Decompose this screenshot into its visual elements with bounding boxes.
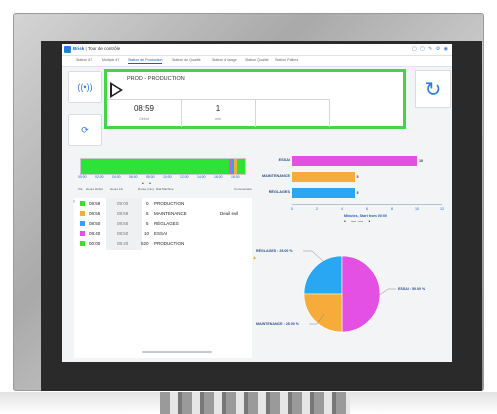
leader-line-reglages [303,250,325,263]
pie-marker-icon: ▲ [252,255,257,261]
pie-leader-lines [303,250,396,325]
leader-line-maintenance [309,313,325,325]
monitor-stand [160,392,350,414]
leader-line-essai [377,288,396,297]
screen: Brisk | Tour de contrôle ▢ ▢ ✎ ⚙ ◉ Stati… [62,44,452,362]
